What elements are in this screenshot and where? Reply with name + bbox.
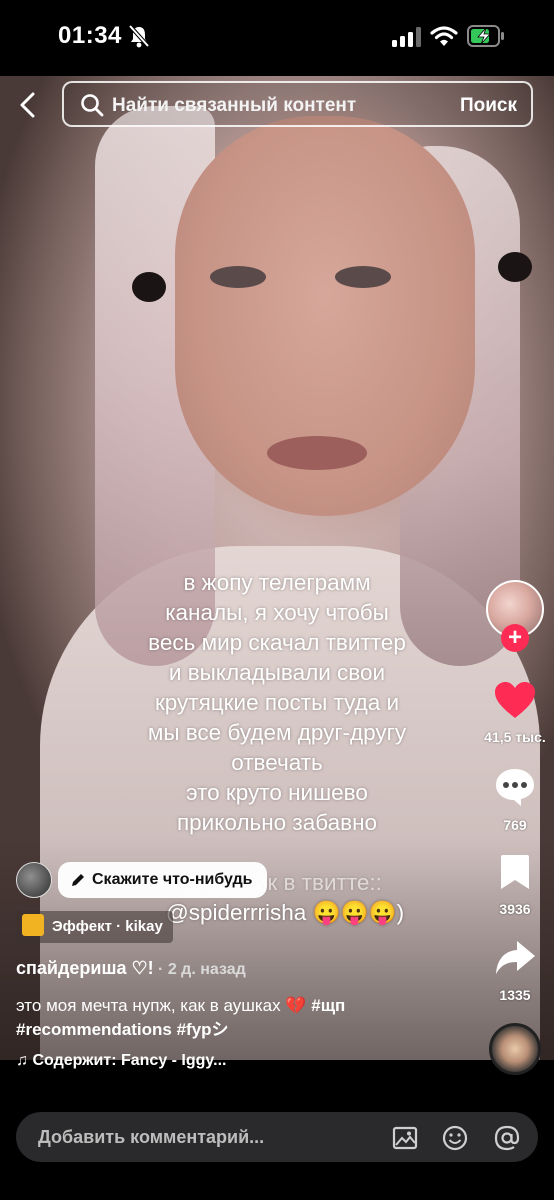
search-button[interactable]: Поиск	[460, 95, 517, 117]
post-description: это моя мечта нупж, как в аушках 💔 #щп #…	[16, 994, 456, 1042]
caption-line: крутяцкие посты туда и	[154, 690, 400, 715]
caption-line: и выкладывали свои	[168, 660, 386, 685]
description-text: это моя мечта нупж, как в аушках 💔	[16, 996, 312, 1015]
author-line: спайдериша ♡! · 2 д. назад	[16, 958, 246, 979]
follow-button[interactable]: +	[501, 624, 529, 652]
status-time: 01:34	[58, 22, 122, 49]
video-eye-right	[335, 266, 391, 288]
caption-line: отвечать	[231, 750, 323, 775]
status-bar: 01:34	[0, 0, 554, 76]
comment-bar: Добавить комментарий...	[0, 1094, 554, 1200]
music-disc[interactable]	[489, 1023, 541, 1075]
video-eye-left	[210, 266, 266, 288]
caption-line: мы все будем друг-другу	[147, 720, 407, 745]
search-input[interactable]: Найти связанный контент	[112, 95, 356, 117]
video-mouth	[267, 436, 367, 470]
effect-tag[interactable]: Эффект · kikay	[16, 911, 173, 943]
search-icon	[81, 94, 104, 117]
comment-placeholder: Добавить комментарий...	[38, 1127, 265, 1147]
say-something-button[interactable]: Скажите что-нибудь	[58, 862, 267, 898]
share-button[interactable]: 1335	[475, 938, 554, 1003]
commenter-avatar[interactable]	[16, 862, 52, 898]
comment-button[interactable]: 769	[475, 766, 554, 833]
bell-off-icon	[128, 24, 150, 48]
share-count: 1335	[499, 987, 531, 1003]
comment-icon	[496, 769, 534, 806]
share-arrow-icon	[496, 941, 535, 974]
comment-count: 769	[503, 817, 527, 833]
post-time: · 2 д. назад	[153, 961, 246, 978]
image-icon[interactable]	[392, 1125, 418, 1151]
emoji-icon[interactable]	[442, 1125, 468, 1151]
effect-label: Эффект · kikay	[52, 918, 163, 935]
caption-line: в жопу телеграмм	[183, 570, 371, 595]
search-bar[interactable]: Найти связанный контент Поиск	[62, 81, 533, 127]
bookmark-count: 3936	[499, 901, 531, 917]
like-button[interactable]: 41,5 тыс.	[475, 680, 554, 745]
sound-link[interactable]: ♫ Содержит: Fancy - Iggy...	[16, 1052, 226, 1070]
caption-handle: @spiderrrisha 😛😛😛)	[165, 900, 405, 925]
hashtags[interactable]: #recommendations #fypシ	[16, 1020, 229, 1039]
wifi-icon	[430, 26, 458, 46]
effect-icon	[22, 914, 44, 936]
video-hair-bun-left	[132, 272, 166, 302]
like-count: 41,5 тыс.	[484, 729, 546, 745]
hashtag[interactable]: #щп	[311, 996, 345, 1015]
video-caption: в жопу телеграмм каналы, я хочу чтобы ве…	[118, 568, 436, 838]
heart-icon	[495, 682, 535, 718]
back-button[interactable]	[14, 90, 44, 120]
say-something-label: Скажите что-нибудь	[92, 871, 253, 888]
video-face	[175, 116, 475, 516]
battery-charging-icon	[467, 25, 504, 47]
caption-line: прикольно забавно	[176, 810, 378, 835]
author-username[interactable]: спайдериша ♡!	[16, 958, 154, 978]
pencil-icon	[72, 874, 84, 886]
mention-icon[interactable]	[494, 1125, 520, 1151]
caption-line: весь мир скачал твиттер	[148, 630, 406, 655]
caption-line: каналы, я хочу чтобы	[165, 600, 389, 625]
signal-icon	[392, 27, 421, 47]
bookmark-icon	[501, 855, 529, 889]
caption-line: это круто нишево	[186, 780, 368, 805]
video-hair-bun-right	[498, 252, 532, 282]
bookmark-button[interactable]: 3936	[475, 852, 554, 917]
comment-input[interactable]: Добавить комментарий...	[16, 1112, 538, 1162]
